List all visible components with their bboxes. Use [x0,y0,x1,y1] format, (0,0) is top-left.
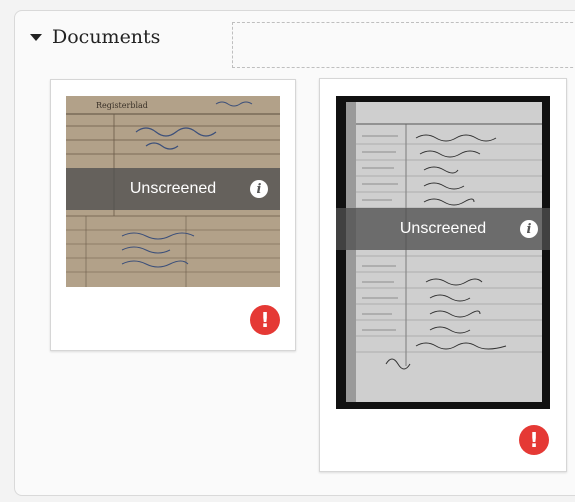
ledger-page-image [336,96,550,409]
thumbnail-print-text: Registerblad [96,101,148,110]
caret-down-icon[interactable] [30,34,42,41]
section-title: Documents [52,26,161,48]
status-label: Unscreened [399,220,487,237]
exclamation-alert-icon[interactable]: ! [250,305,280,335]
status-overlay: Unscreened i [66,168,280,210]
info-icon[interactable]: i [250,180,268,198]
document-thumbnail[interactable]: Registerblad Unscreened i [66,96,280,287]
documents-section-toggle[interactable]: Documents [30,26,160,48]
status-overlay: Unscreened i [336,208,550,250]
document-card[interactable]: Unscreened i ! [319,78,567,472]
upload-dropzone[interactable] [232,22,575,68]
status-label: Unscreened [129,180,217,197]
document-thumbnail[interactable]: Unscreened i [336,96,550,409]
exclamation-alert-icon[interactable]: ! [519,425,549,455]
document-card[interactable]: Registerblad Unscreened i ! [50,79,296,351]
info-icon[interactable]: i [520,220,538,238]
